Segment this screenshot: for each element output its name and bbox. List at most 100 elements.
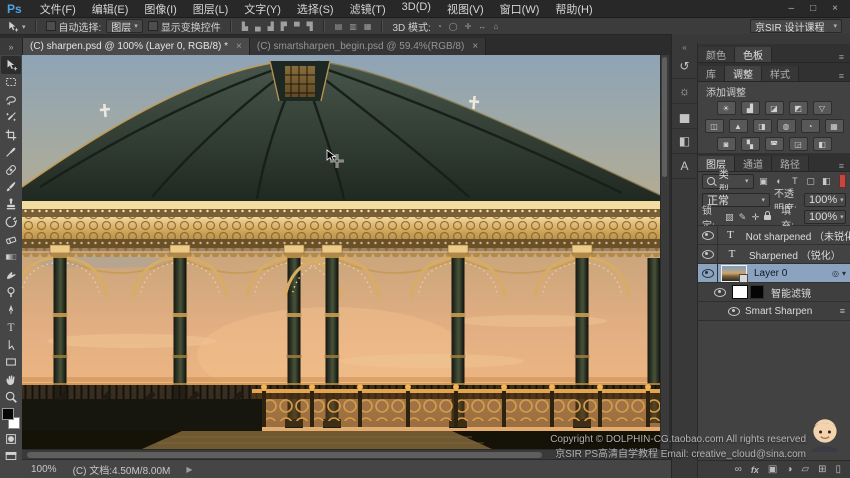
horizontal-scrollbar-thumb[interactable] <box>27 452 542 458</box>
distribute-center-icon[interactable]: ▥ <box>348 22 358 31</box>
menu-item-file[interactable]: 文件(F) <box>32 1 84 17</box>
move-tool[interactable] <box>1 56 21 74</box>
tab-color[interactable]: 颜色 <box>698 47 735 62</box>
lasso-tool[interactable] <box>1 91 21 109</box>
menu-item-type[interactable]: 文字(Y) <box>236 1 289 17</box>
add-layer-mask-icon[interactable]: ▣ <box>768 464 777 475</box>
align-vertical-centers-icon[interactable]: ▀ <box>293 22 301 31</box>
quick-mask-button[interactable] <box>1 430 21 448</box>
opacity-dropdown[interactable]: 100%▾ <box>804 193 846 207</box>
zoom-level-field[interactable]: 100% <box>31 464 57 475</box>
menu-item-edit[interactable]: 编辑(E) <box>84 1 137 17</box>
layer-row-not-sharpened[interactable]: T Not sharpened （未锐化） <box>698 226 850 245</box>
shape-tool[interactable] <box>1 354 21 372</box>
lock-position-icon[interactable]: ✛ <box>751 212 760 223</box>
character-panel-icon[interactable]: A <box>672 154 697 179</box>
threshold-icon[interactable]: ◚ <box>765 137 784 151</box>
layer-filter-kind-dropdown[interactable]: 类型 ▾ <box>702 174 754 189</box>
align-left-edges-icon[interactable]: ▙ <box>241 22 249 31</box>
invert-icon[interactable]: ◙ <box>717 137 736 151</box>
smart-filters-row[interactable]: 智能滤镜 <box>698 283 850 302</box>
black-white-icon[interactable]: ◨ <box>753 119 772 133</box>
lock-image-pixels-icon[interactable]: ✎ <box>738 212 747 223</box>
levels-icon[interactable]: ▟ <box>741 101 760 115</box>
exposure-icon[interactable]: ◩ <box>789 101 808 115</box>
zoom-tool[interactable] <box>1 389 21 407</box>
visibility-toggle[interactable] <box>698 226 718 244</box>
panel-menu-icon[interactable]: ≡ <box>839 161 850 171</box>
layer-filter-toggle[interactable] <box>839 174 846 188</box>
photo-filter-icon[interactable]: ◍ <box>777 119 796 133</box>
histogram-panel-icon[interactable]: ▅ <box>672 104 697 129</box>
screen-mode-button[interactable] <box>1 448 21 466</box>
tab-library[interactable]: 库 <box>698 66 725 81</box>
new-layer-icon[interactable]: ⊞ <box>818 464 826 475</box>
move-tool-preset[interactable]: ▾ <box>6 20 26 33</box>
healing-brush-tool[interactable] <box>1 161 21 179</box>
color-balance-icon[interactable]: ▲ <box>729 119 748 133</box>
tab-channels[interactable]: 通道 <box>735 156 772 171</box>
align-top-edges-icon[interactable]: ▛ <box>280 22 288 31</box>
filter-mask-thumbnail[interactable] <box>732 285 748 299</box>
filter-pixel-layers-icon[interactable]: ▣ <box>758 176 770 187</box>
collapse-smart-filters-icon[interactable]: ▾ <box>842 269 846 278</box>
foreground-color-swatch[interactable] <box>2 408 14 420</box>
visibility-toggle[interactable] <box>698 245 718 263</box>
history-brush-tool[interactable] <box>1 214 21 232</box>
visibility-toggle[interactable] <box>712 283 728 301</box>
brightness-contrast-icon[interactable]: ☀ <box>717 101 736 115</box>
close-button[interactable]: × <box>832 3 838 14</box>
layer-styles-icon[interactable]: fx <box>751 465 759 475</box>
layer-thumbnail[interactable] <box>721 265 747 282</box>
gradient-tool[interactable] <box>1 249 21 267</box>
path-selection-tool[interactable] <box>1 336 21 354</box>
layer-row-layer0[interactable]: Layer 0 ◎ ▾ <box>698 264 850 283</box>
foreground-background-swatches[interactable] <box>1 408 21 429</box>
filter-smart-objects-icon[interactable]: ◧ <box>820 176 832 187</box>
auto-select-checkbox[interactable]: 自动选择: <box>46 19 102 34</box>
menu-item-view[interactable]: 视图(V) <box>439 1 492 17</box>
menu-item-3d[interactable]: 3D(D) <box>394 1 439 17</box>
filter-blending-options-icon[interactable]: ≡ <box>840 306 850 316</box>
expand-panels-icon[interactable]: « <box>682 43 686 54</box>
menu-item-filter[interactable]: 滤镜(T) <box>342 1 394 17</box>
filter-shape-layers-icon[interactable]: ▢ <box>805 176 817 187</box>
vertical-scrollbar[interactable] <box>660 55 669 449</box>
menu-item-select[interactable]: 选择(S) <box>289 1 342 17</box>
color-lookup-icon[interactable]: ▦ <box>825 119 844 133</box>
panel-menu-icon[interactable]: ≡ <box>839 52 850 62</box>
history-panel-icon[interactable]: ↺ <box>672 54 697 79</box>
new-adjustment-layer-icon[interactable]: ◑ <box>786 464 792 475</box>
tab-paths[interactable]: 路径 <box>772 156 809 171</box>
tab-styles[interactable]: 样式 <box>762 66 799 81</box>
visibility-toggle[interactable] <box>726 302 742 320</box>
eyedropper-tool[interactable] <box>1 144 21 162</box>
smart-sharpen-filter-row[interactable]: Smart Sharpen ≡ <box>698 302 850 321</box>
info-panel-icon[interactable]: ◧ <box>672 129 697 154</box>
menu-item-help[interactable]: 帮助(H) <box>547 1 600 17</box>
gradient-map-icon[interactable]: ◲ <box>789 137 808 151</box>
dodge-tool[interactable] <box>1 284 21 302</box>
status-menu-arrow-icon[interactable]: ▶ <box>186 465 192 474</box>
new-group-icon[interactable]: ▱ <box>801 464 809 475</box>
distribute-right-icon[interactable]: ▦ <box>363 22 373 31</box>
selective-color-icon[interactable]: ◧ <box>813 137 832 151</box>
link-layers-icon[interactable]: ∞ <box>735 464 742 475</box>
close-tab-icon[interactable]: × <box>236 41 242 52</box>
3d-roll-icon[interactable]: ◯ <box>448 22 459 31</box>
clone-stamp-tool[interactable] <box>1 196 21 214</box>
menu-item-image[interactable]: 图像(I) <box>136 1 184 17</box>
tab-smartsharpen-begin-psd[interactable]: (C) smartsharpen_begin.psd @ 59.4%(RGB/8… <box>250 38 486 55</box>
close-tab-icon[interactable]: × <box>472 41 478 52</box>
type-tool[interactable] <box>1 319 21 337</box>
menu-item-window[interactable]: 窗口(W) <box>492 1 548 17</box>
pen-tool[interactable] <box>1 301 21 319</box>
vibrance-icon[interactable]: ▽ <box>813 101 832 115</box>
vertical-scrollbar-thumb[interactable] <box>662 57 667 177</box>
tab-sharpen-psd[interactable]: (C) sharpen.psd @ 100% (Layer 0, RGB/8) … <box>23 38 250 55</box>
workspace-switcher[interactable]: 京SIR 设计课程▾ <box>750 19 842 33</box>
lock-all-icon[interactable] <box>764 211 771 223</box>
show-transform-checkbox[interactable]: 显示变换控件 <box>148 19 221 34</box>
3d-scale-icon[interactable]: ⌂ <box>492 22 499 31</box>
3d-slide-icon[interactable]: ↔ <box>477 22 487 31</box>
